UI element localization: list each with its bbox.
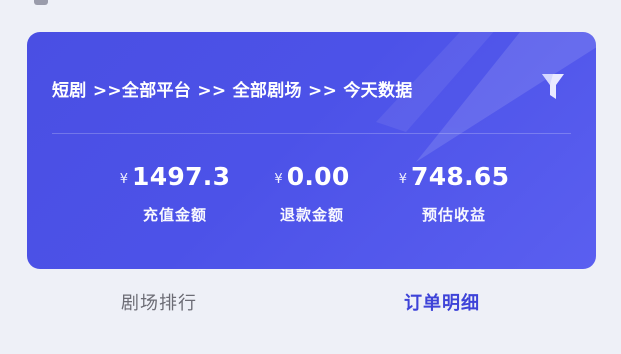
filter-button[interactable] — [540, 72, 566, 102]
currency-symbol: ¥ — [119, 172, 128, 187]
stat-value: 748.65 — [411, 162, 510, 191]
top-tab-indicator — [34, 0, 48, 5]
filter-icon — [542, 74, 564, 99]
tab-theater-ranking[interactable]: 剧场排行 — [121, 289, 197, 319]
card-divider — [52, 133, 571, 134]
stat-estimated-revenue: ¥748.65 预估收益 — [369, 160, 539, 225]
currency-symbol: ¥ — [274, 172, 283, 187]
stat-value: 1497.3 — [132, 162, 231, 191]
revenue-summary-card: 短剧 >>全部平台 >> 全部剧场 >> 今天数据 ¥1497.3 充值金额 ¥… — [27, 32, 596, 269]
stat-amount: ¥748.65 — [369, 160, 539, 194]
tab-order-details[interactable]: 订单明细 — [404, 289, 480, 319]
currency-symbol: ¥ — [398, 172, 407, 187]
stat-value: 0.00 — [286, 162, 350, 191]
breadcrumb[interactable]: 短剧 >>全部平台 >> 全部剧场 >> 今天数据 — [52, 78, 413, 104]
stat-label: 预估收益 — [421, 206, 486, 224]
